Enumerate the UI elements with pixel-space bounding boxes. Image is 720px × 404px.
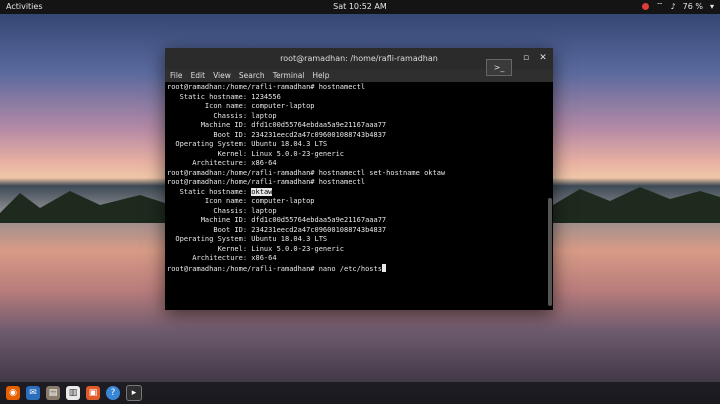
terminal-line: root@ramadhan:/home/rafli-ramadhan# nano… <box>167 263 545 275</box>
terminal-icon[interactable]: ▸ <box>126 385 142 401</box>
terminal-line: Boot ID: 234231eecd2a47c096001088743b483… <box>167 130 387 139</box>
terminal-line: Architecture: x86-64 <box>167 254 277 262</box>
terminal-line: Static hostname: 1234556 <box>167 92 281 101</box>
terminal-line: Operating System: Ubuntu 18.04.3 LTS <box>167 140 328 148</box>
terminal-prompt-icon: >_ <box>486 59 512 76</box>
terminal-line: Kernel: Linux 5.0.0-23-generic <box>167 244 345 253</box>
menu-view[interactable]: View <box>213 71 231 80</box>
battery-level: 76 % <box>682 1 703 11</box>
terminal-line: Chassis: laptop <box>167 206 277 215</box>
chevron-down-icon: ▾ <box>709 1 714 11</box>
record-icon <box>642 2 650 10</box>
system-tray[interactable]: ⌔ ♪ 76 % ▾ <box>642 1 714 11</box>
terminal-line: root@ramadhan:/home/rafli-ramadhan# host… <box>167 168 446 177</box>
files-icon[interactable]: ▤ <box>46 386 60 400</box>
terminal-line: Operating System: Ubuntu 18.04.3 LTS <box>167 235 328 243</box>
network-icon: ⌔ <box>656 1 664 10</box>
menu-edit[interactable]: Edit <box>191 71 206 80</box>
scrollbar[interactable] <box>548 198 552 306</box>
static-hostname-label: Static hostname: <box>167 187 252 196</box>
terminal-line: Icon name: computer-laptop <box>167 197 315 205</box>
current-command: root@ramadhan:/home/rafli-ramadhan# nano… <box>167 264 382 273</box>
terminal-line: Boot ID: 234231eecd2a47c096001088743b483… <box>167 225 387 234</box>
terminal-line: Kernel: Linux 5.0.0-23-generic <box>167 149 345 158</box>
menu-file[interactable]: File <box>170 71 183 80</box>
libreoffice-icon[interactable]: ▥ <box>66 386 80 400</box>
terminal-line: Machine ID: dfd1c00d55764ebdaa5a9e21167a… <box>167 216 387 224</box>
terminal-line: root@ramadhan:/home/rafli-ramadhan# host… <box>167 83 366 91</box>
terminal-line: Machine ID: dfd1c00d55764ebdaa5a9e21167a… <box>167 121 387 129</box>
software-icon[interactable]: ▣ <box>86 386 100 400</box>
dock: ◉ ✉ ▤ ▥ ▣ ? ▸ <box>0 382 720 404</box>
text-cursor <box>381 263 386 272</box>
firefox-icon[interactable]: ◉ <box>6 386 20 400</box>
terminal-line: root@ramadhan:/home/rafli-ramadhan# host… <box>167 178 366 186</box>
terminal-line: Static hostname: oktaw <box>167 187 545 198</box>
selected-hostname: oktaw <box>251 187 273 196</box>
terminal-line: Icon name: computer-laptop <box>167 102 315 110</box>
clock[interactable]: Sat 10:52 AM <box>0 2 720 11</box>
menu-help[interactable]: Help <box>312 71 329 80</box>
terminal-line: Architecture: x86-64 <box>167 159 277 167</box>
terminal-output[interactable]: root@ramadhan:/home/rafli-ramadhan# host… <box>167 83 545 308</box>
terminal-line: Chassis: laptop <box>167 111 277 120</box>
menu-terminal[interactable]: Terminal <box>273 71 305 80</box>
terminal-window[interactable]: root@ramadhan: /home/rafli-ramadhan ▫ ✕ … <box>165 48 553 310</box>
maximize-icon[interactable]: ▫ <box>519 51 533 65</box>
top-panel: Activities Sat 10:52 AM ⌔ ♪ 76 % ▾ <box>0 0 720 14</box>
thunderbird-icon[interactable]: ✉ <box>26 386 40 400</box>
close-icon[interactable]: ✕ <box>536 51 550 65</box>
menu-search[interactable]: Search <box>239 71 265 80</box>
help-icon[interactable]: ? <box>106 386 120 400</box>
volume-icon: ♪ <box>670 1 676 11</box>
